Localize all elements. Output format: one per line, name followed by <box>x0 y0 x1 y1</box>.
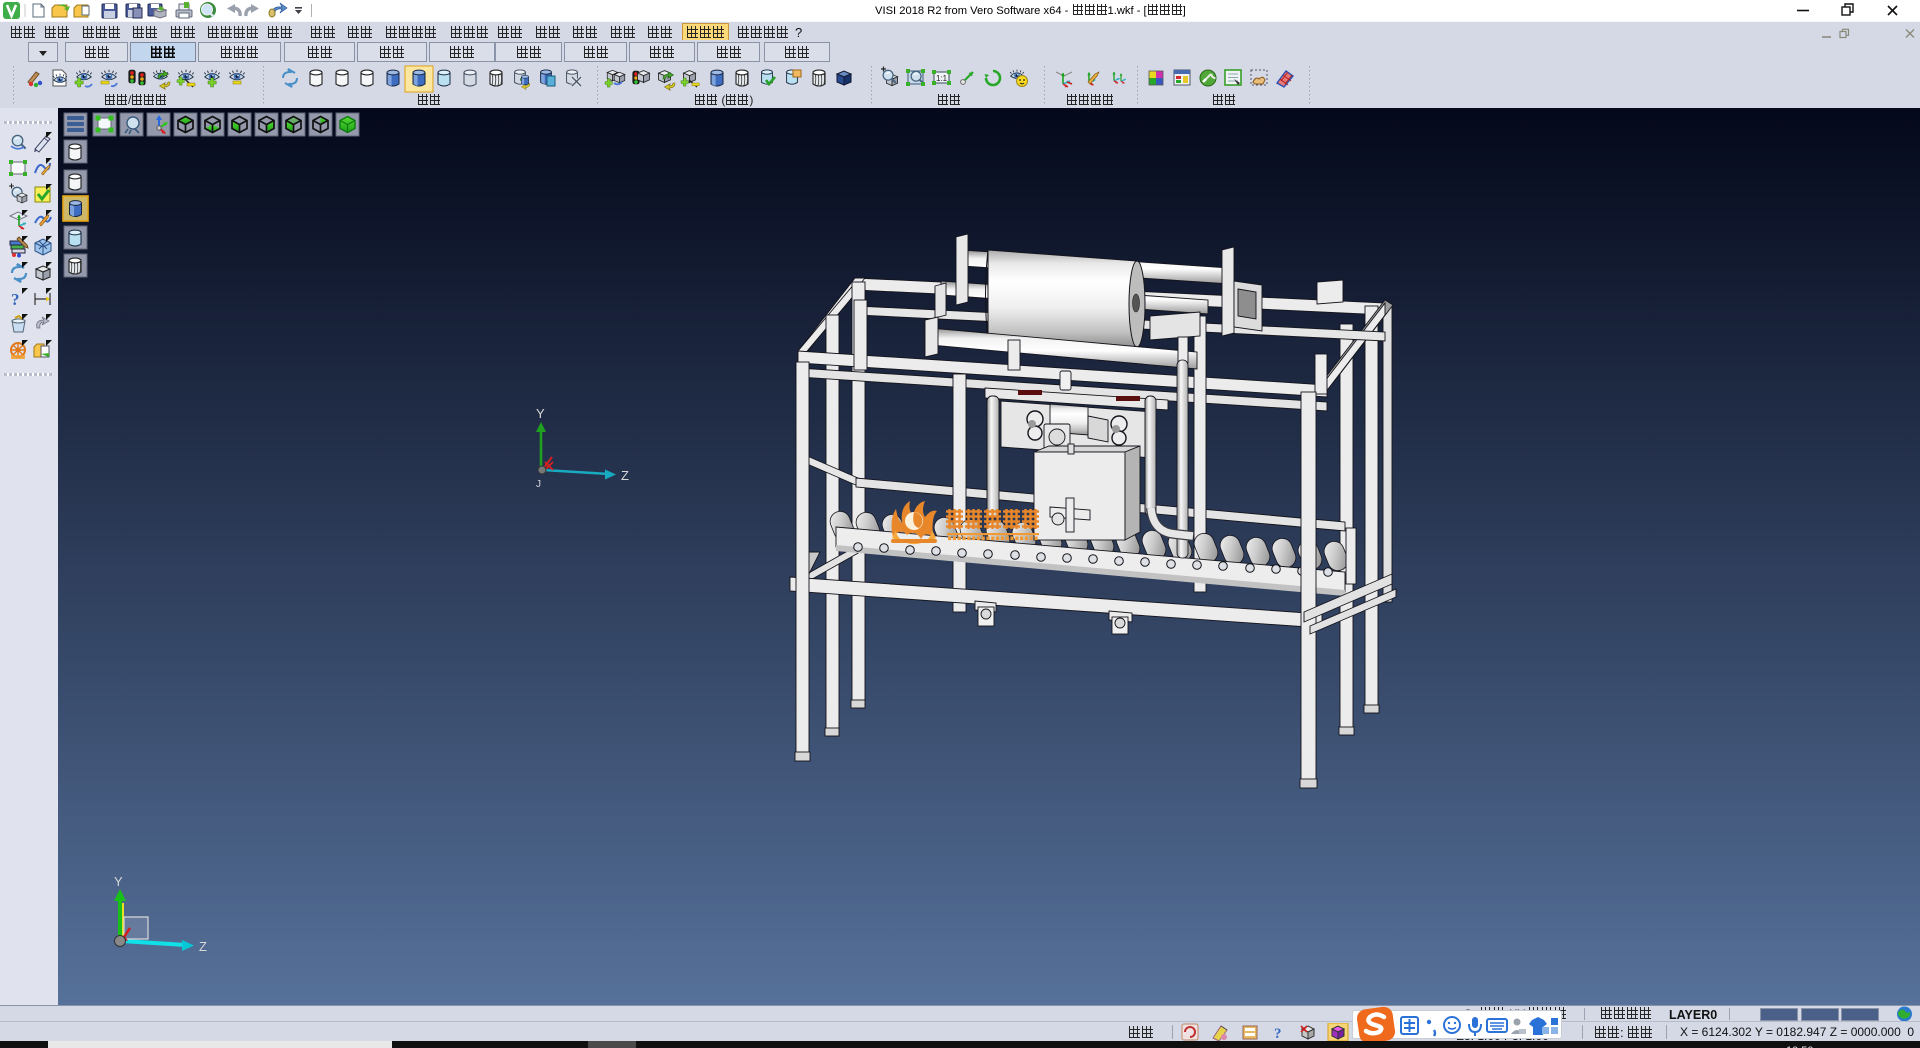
svg-text:1:1: 1:1 <box>936 74 948 83</box>
svg-text:?: ? <box>1274 1026 1282 1041</box>
svg-text:Y: Y <box>114 874 123 889</box>
svg-text:Z: Z <box>199 939 207 954</box>
svg-text:Z: Z <box>621 468 629 483</box>
svg-text:Y: Y <box>536 406 545 421</box>
svg-text:J: J <box>536 479 541 490</box>
svg-text:?: ? <box>11 290 20 309</box>
